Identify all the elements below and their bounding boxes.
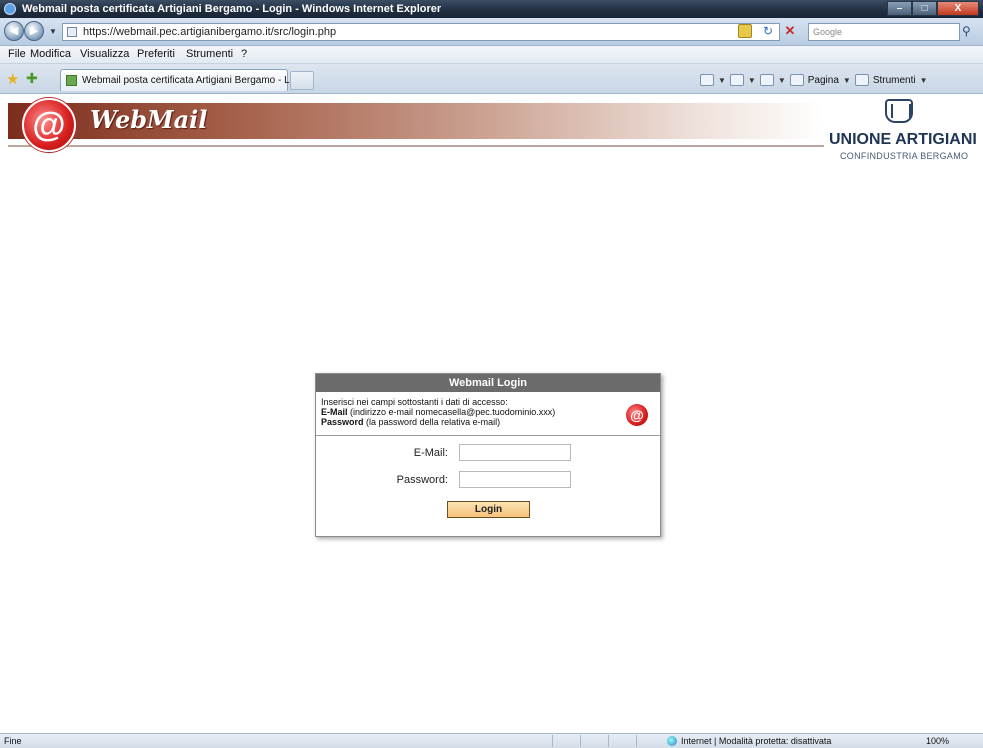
password-hint: Password (la password della relativa e-m… <box>321 417 660 427</box>
webmail-seal-logo: @ <box>22 98 76 152</box>
tab-favicon-icon <box>66 75 77 86</box>
password-label: Password: <box>396 474 448 486</box>
password-hint-label: Password <box>321 417 364 427</box>
email-hint: E-Mail (indirizzo e-mail nomecasella@pec… <box>321 407 660 417</box>
print-dropdown-icon[interactable]: ▼ <box>778 76 786 85</box>
status-separator <box>608 735 609 747</box>
login-button[interactable]: Login <box>447 501 530 518</box>
login-seal-icon: @ <box>626 404 648 426</box>
zoom-level[interactable]: 100% <box>926 736 949 746</box>
email-field[interactable] <box>459 444 571 461</box>
page-menu-icon <box>789 74 804 86</box>
window-title-bar: Webmail posta certificata Artigiani Berg… <box>0 0 983 18</box>
print-icon[interactable] <box>759 74 774 86</box>
back-button[interactable]: ◀ <box>4 21 24 41</box>
password-hint-text: (la password della relativa e-mail) <box>366 417 501 427</box>
command-bar: ▼ ▼ ▼ Pagina ▼ Strumenti ▼ <box>700 71 928 89</box>
login-instructions: Inserisci nei campi sottostanti i dati d… <box>316 392 660 436</box>
stop-icon[interactable]: ✕ <box>782 24 798 38</box>
login-header: Webmail Login <box>316 374 660 392</box>
email-hint-label: E-Mail <box>321 407 348 417</box>
banner-divider <box>8 145 824 147</box>
address-bar[interactable]: https://webmail.pec.artigianibergamo.it/… <box>62 23 780 41</box>
internet-zone-icon <box>667 736 677 746</box>
feeds-icon[interactable] <box>729 74 744 86</box>
add-favorites-icon[interactable]: ✚ <box>26 70 38 87</box>
page-content: @ WebMail UNIONE ARTIGIANI CONFINDUSTRIA… <box>0 95 983 733</box>
login-panel: Webmail Login Inserisci nei campi sottos… <box>315 373 661 537</box>
history-dropdown-icon[interactable]: ▼ <box>49 27 57 36</box>
page-icon <box>67 27 77 37</box>
menu-help[interactable]: ? <box>241 48 247 60</box>
tab-bar: ★ ✚ Webmail posta certificata Artigiani … <box>0 64 983 94</box>
menu-modifica[interactable]: Modifica <box>30 48 71 60</box>
password-field[interactable] <box>459 471 571 488</box>
close-button[interactable]: X <box>937 1 979 16</box>
search-placeholder: Google <box>813 27 843 37</box>
email-label: E-Mail: <box>413 447 448 459</box>
search-input[interactable]: Google <box>808 23 960 41</box>
page-dropdown-icon[interactable]: ▼ <box>843 76 851 85</box>
status-text: Fine <box>4 736 22 746</box>
new-tab-button[interactable] <box>290 71 314 90</box>
security-zone-text[interactable]: Internet | Modalità protetta: disattivat… <box>681 736 831 746</box>
seal-glyph: @ <box>32 106 66 144</box>
menu-preferiti[interactable]: Preferiti <box>137 48 175 60</box>
tools-gear-icon <box>854 74 869 86</box>
tab-label: Webmail posta certificata Artigiani Berg… <box>82 75 304 86</box>
refresh-icon[interactable]: ↻ <box>760 24 776 38</box>
status-bar: Fine Internet | Modalità protetta: disat… <box>0 733 983 748</box>
login-intro: Inserisci nei campi sottostanti i dati d… <box>321 397 508 407</box>
status-separator <box>580 735 581 747</box>
menu-strumenti[interactable]: Strumenti <box>186 48 233 60</box>
tools-menu[interactable]: Strumenti <box>873 75 916 86</box>
maximize-button[interactable]: □ <box>912 1 937 16</box>
feeds-dropdown-icon[interactable]: ▼ <box>748 76 756 85</box>
login-seal-glyph: @ <box>630 407 644 423</box>
email-row: E-Mail: <box>316 444 662 464</box>
address-toolbar: ◀ ▶ ▼ https://webmail.pec.artigianiberga… <box>0 18 983 46</box>
lock-icon[interactable] <box>738 24 752 38</box>
favorites-star-icon[interactable]: ★ <box>6 70 19 88</box>
org-subtitle: CONFINDUSTRIA BERGAMO <box>840 151 969 161</box>
tab-webmail[interactable]: Webmail posta certificata Artigiani Berg… <box>60 69 304 91</box>
ie-icon <box>4 3 16 15</box>
org-name: UNIONE ARTIGIANI <box>829 131 977 148</box>
home-dropdown-icon[interactable]: ▼ <box>718 76 726 85</box>
menu-bar: File Modifica Visualizza Preferiti Strum… <box>0 46 983 64</box>
window-title: Webmail posta certificata Artigiani Berg… <box>22 3 442 15</box>
webmail-title: WebMail <box>90 105 208 134</box>
home-icon[interactable] <box>700 74 714 86</box>
password-row: Password: <box>316 471 662 491</box>
menu-file[interactable]: File <box>8 48 26 60</box>
page-menu[interactable]: Pagina <box>808 75 839 86</box>
menu-visualizza[interactable]: Visualizza <box>80 48 129 60</box>
window-controls: – □ X <box>887 1 979 16</box>
search-icon[interactable]: ⚲ <box>962 24 971 38</box>
minimize-button[interactable]: – <box>887 1 912 16</box>
email-hint-text: (indirizzo e-mail nomecasella@pec.tuodom… <box>350 407 556 417</box>
tools-dropdown-icon[interactable]: ▼ <box>920 76 928 85</box>
unione-artigiani-emblem-icon <box>885 99 913 123</box>
status-separator <box>636 735 637 747</box>
address-url[interactable]: https://webmail.pec.artigianibergamo.it/… <box>83 26 336 38</box>
status-separator <box>552 735 553 747</box>
forward-button[interactable]: ▶ <box>24 21 44 41</box>
